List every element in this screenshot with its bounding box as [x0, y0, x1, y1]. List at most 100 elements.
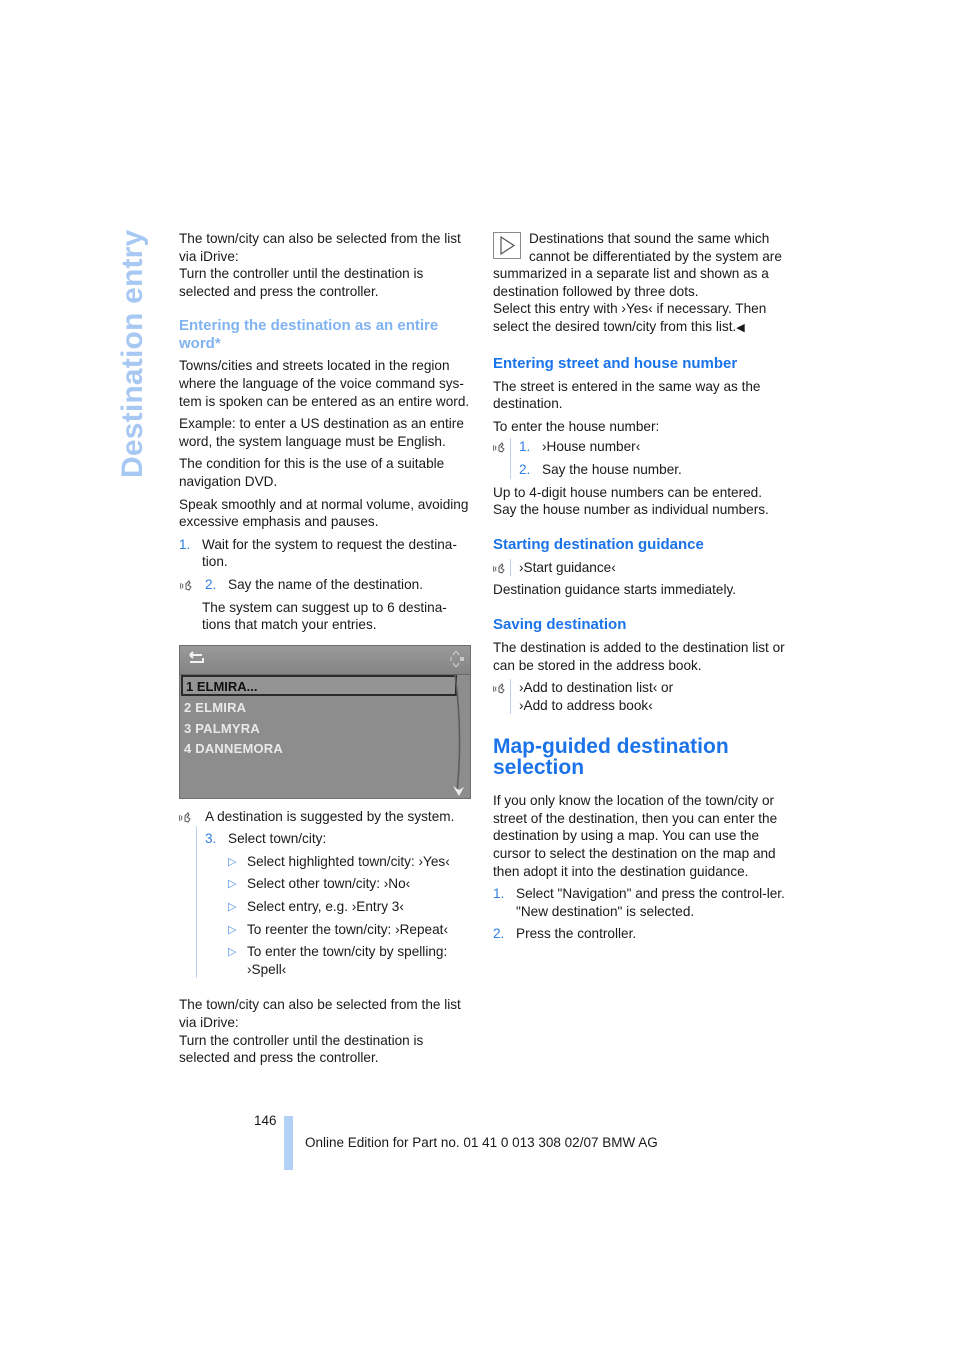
paragraph: The street is entered in the same way as… — [493, 378, 761, 412]
screen-list-item[interactable]: 2 ELMIRA — [184, 699, 246, 717]
screen-scrollbar[interactable] — [452, 673, 468, 798]
note-text: Destinations that sound the same which c… — [493, 230, 785, 338]
back-icon — [189, 650, 204, 663]
step-number: 2. — [519, 461, 531, 477]
note-line-2: Select this entry with ›Yes‹ if necessar… — [493, 301, 767, 334]
intro-line-1: The town/city can also be selected from … — [179, 231, 461, 264]
house-step: 1. ›House number‹ — [519, 438, 785, 456]
step-2-note: The system can suggest up to 6 destina-t… — [202, 599, 447, 633]
screen-header — [180, 645, 470, 675]
bullet-triangle-icon: ▷ — [228, 878, 237, 891]
scroll-indicator-icon — [450, 650, 464, 668]
option-text: To reenter the town/city: ›Repeat‹ — [247, 921, 448, 937]
voice-command-icon — [493, 442, 505, 453]
house-step: 2. Say the house number. — [519, 461, 785, 479]
step-text: ›House number‹ — [542, 439, 641, 455]
map-heading: Map-guided destination selection — [493, 735, 729, 780]
voice-command-icon — [493, 562, 505, 574]
map-step: 2. Press the controller. — [493, 925, 785, 943]
paragraph: The condition for this is the use of a s… — [179, 456, 445, 489]
screen-list-item[interactable]: 3 PALMYRA — [184, 720, 260, 738]
end-mark-icon: ◀ — [736, 321, 745, 334]
voice-command-block: ›Add to destination list‹ or ›Add to add… — [493, 679, 785, 715]
voice-command-block: 1. ›House number‹ 2. Say the house numbe… — [493, 438, 785, 479]
voice-command-icon — [493, 683, 505, 694]
paragraph: Example: to enter a US destination as an… — [179, 416, 464, 449]
voice-command-block: ›Start guidance‹ — [493, 558, 785, 577]
section-side-title: Destination entry — [116, 229, 149, 478]
paragraph: The destination is added to the destinat… — [493, 639, 785, 673]
voice-block-bar — [510, 558, 511, 577]
map-step: 1. Select "Navigation" and press the con… — [493, 885, 785, 920]
option-item: ▷ To enter the town/city by spelling: ›Sp… — [228, 943, 471, 978]
intro-line-2: Turn the controller until the destinatio… — [179, 266, 424, 299]
paragraph: To enter the house number: — [493, 418, 660, 434]
voice-block-bar — [510, 438, 511, 479]
screen-item-label: 1 ELMIRA... — [186, 678, 258, 694]
option-text: Select other town/city: ›No‹ — [247, 876, 411, 892]
step-number: 1. — [179, 536, 191, 552]
voice-command-text: ›Add to address book‹ — [519, 697, 653, 713]
intro-paragraph: The town/city can also be selected from … — [179, 230, 471, 300]
street-heading: Entering street and house number — [493, 354, 738, 372]
screen-list-item-selected[interactable]: 1 ELMIRA... — [181, 674, 457, 696]
step-number: 2. — [493, 926, 505, 942]
option-item: ▷ Select entry, e.g. ›Entry 3‹ — [228, 898, 471, 916]
option-item: ▷ To reenter the town/city: ›Repeat‹ — [228, 921, 471, 939]
voice-block-bar — [510, 679, 511, 715]
footer-accent-bar — [284, 1116, 293, 1170]
bullet-triangle-icon: ▷ — [228, 946, 237, 959]
paragraph: Destination guidance starts immediately. — [493, 582, 737, 598]
entire-word-heading: Entering the destination as an entire wo… — [179, 317, 439, 353]
voice-command-icon — [179, 811, 191, 823]
voice-command-text: ›Add to destination list‹ or — [519, 680, 674, 696]
step-3: 3. Select town/city: — [205, 830, 471, 848]
screen-list-item[interactable]: 4 DANNEMORA — [184, 740, 283, 758]
step-text: Wait for the system to request the desti… — [202, 536, 457, 570]
step-number: 3. — [205, 831, 217, 847]
step-number: 1. — [519, 439, 531, 455]
page-number: 146 — [254, 1113, 277, 1128]
edition-text: Online Edition for Part no. 01 41 0 013 … — [305, 1135, 658, 1150]
step-number: 1. — [493, 886, 505, 902]
guidance-heading: Starting destination guidance — [493, 535, 704, 553]
options-list: ▷ Select highlighted town/city: ›Yes‹ ▷ Se… — [205, 853, 471, 979]
step-text: Press the controller. — [516, 926, 637, 942]
option-text: To enter the town/city by spelling: ›Spe… — [247, 944, 448, 977]
step-text: Select town/city: — [228, 831, 327, 847]
step-1: 1. Wait for the system to request the de… — [179, 536, 471, 571]
voice-command-block: A destination is suggested by the system… — [179, 808, 471, 979]
step-text: Say the name of the destination. — [228, 576, 423, 592]
voice-command-text: ›Start guidance‹ — [519, 559, 616, 575]
bullet-triangle-icon: ▷ — [228, 901, 237, 914]
option-item: ▷ Select highlighted town/city: ›Yes‹ — [228, 853, 471, 871]
outro-line-1: The town/city can also be selected from … — [179, 997, 461, 1031]
bullet-triangle-icon: ▷ — [228, 855, 237, 868]
paragraph: If you only know the location of the tow… — [493, 793, 778, 879]
paragraph: Speak smoothly and at normal volume, avo… — [179, 496, 469, 530]
voice-command-block: 2. Say the name of the destination. — [179, 576, 471, 594]
note-line: Destinations that sound the same which c… — [493, 231, 782, 299]
voice-block-bar — [196, 825, 197, 979]
saving-heading: Saving destination — [493, 615, 627, 633]
option-text: Select highlighted town/city: ›Yes‹ — [247, 853, 450, 869]
step-number: 2. — [205, 576, 217, 592]
right-column: Destinations that sound the same which c… — [493, 230, 785, 948]
note-block: Destinations that sound the same which c… — [493, 230, 785, 338]
left-column: The town/city can also be selected from … — [179, 230, 471, 1072]
bullet-triangle-icon: ▷ — [228, 923, 237, 936]
paragraph: Up to 4-digit house numbers can be enter… — [493, 484, 769, 518]
option-text: Select entry, e.g. ›Entry 3‹ — [247, 899, 404, 915]
outro-line-2: Turn the controller until the destinatio… — [179, 1032, 424, 1066]
voice-command-icon — [180, 580, 192, 591]
step-subtext: "New destination" is selected. — [516, 903, 695, 919]
paragraph: Towns/cities and streets located in the … — [179, 358, 470, 409]
note-icon — [493, 232, 521, 259]
outro-paragraph: The town/city can also be selected from … — [179, 996, 471, 1066]
idrive-screen: 1 ELMIRA... 2 ELMIRA 3 PALMYRA 4 DANNEMO… — [179, 644, 471, 799]
option-item: ▷ Select other town/city: ›No‹ — [228, 875, 471, 893]
step-text: Say the house number. — [542, 461, 682, 477]
step-2: 2. Say the name of the destination. — [205, 576, 471, 594]
step-text: Select "Navigation" and press the contro… — [516, 886, 785, 902]
suggested-text: A destination is suggested by the system… — [205, 808, 455, 824]
